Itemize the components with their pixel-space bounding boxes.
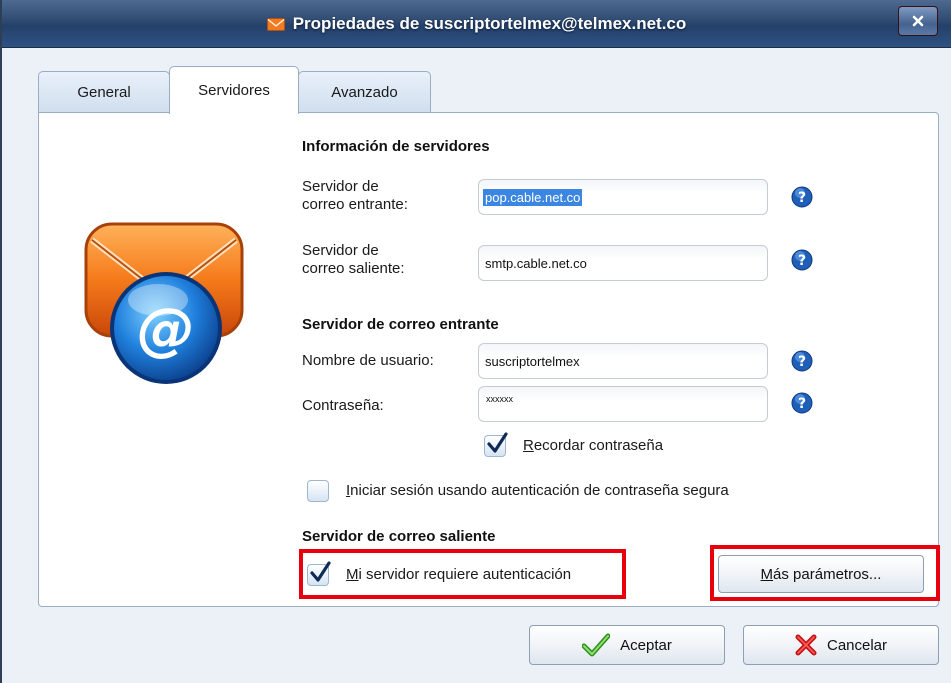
more-settings-label: Más parámetros... bbox=[761, 566, 882, 583]
incoming-server-value: pop.cable.net.co bbox=[483, 188, 583, 206]
email-at-icon: @ bbox=[84, 222, 244, 384]
tab-general[interactable]: General bbox=[38, 71, 170, 113]
secure-password-auth-text: niciar sesión usando autenticación de co… bbox=[350, 482, 729, 499]
svg-text:?: ? bbox=[798, 354, 806, 370]
more-settings-text: ás parámetros... bbox=[773, 565, 882, 583]
accept-button[interactable]: Aceptar bbox=[529, 625, 725, 665]
window-title: Propiedades de suscriptortelmex@telmex.n… bbox=[292, 14, 687, 33]
requires-auth-checkbox[interactable] bbox=[307, 561, 331, 586]
incoming-heading: Servidor de correo entrante bbox=[302, 316, 499, 333]
outgoing-server-label-line2: correo saliente: bbox=[302, 260, 405, 277]
outgoing-server-label-line1: Servidor de bbox=[302, 242, 379, 259]
cancel-label: Cancelar bbox=[826, 636, 888, 654]
outgoing-server-input[interactable]: smtp.cable.net.co bbox=[478, 245, 768, 281]
tab-avanzado[interactable]: Avanzado bbox=[298, 71, 431, 113]
more-settings-button[interactable]: Más parámetros... bbox=[718, 555, 924, 593]
requires-auth-text: i servidor requiere autenticación bbox=[358, 566, 572, 583]
tab-avanzado-label: Avanzado bbox=[331, 84, 398, 101]
outgoing-server-value: smtp.cable.net.co bbox=[485, 255, 587, 271]
tab-servidores[interactable]: Servidores bbox=[169, 66, 299, 114]
help-icon[interactable]: ? bbox=[791, 392, 813, 414]
username-label: Nombre de usuario: bbox=[302, 352, 434, 369]
help-icon[interactable]: ? bbox=[791, 249, 813, 271]
remember-password-checkbox[interactable] bbox=[484, 432, 508, 457]
accept-label: Aceptar bbox=[620, 636, 672, 654]
help-icon[interactable]: ? bbox=[791, 350, 813, 372]
checkmark-icon bbox=[582, 633, 611, 657]
remember-password-text: ecordar contraseña bbox=[533, 437, 664, 454]
properties-dialog: Propiedades de suscriptortelmex@telmex.n… bbox=[0, 0, 951, 683]
secure-password-auth-checkbox[interactable] bbox=[307, 480, 329, 502]
tab-servidores-label: Servidores bbox=[198, 82, 270, 99]
close-button[interactable] bbox=[898, 6, 938, 36]
checkmark-icon bbox=[310, 561, 331, 582]
outgoing-server-label: Servidor de correo saliente: bbox=[302, 242, 405, 278]
username-input[interactable]: suscriptortelmex bbox=[478, 343, 768, 379]
title-bar: Propiedades de suscriptortelmex@telmex.n… bbox=[2, 0, 951, 48]
help-icon[interactable]: ? bbox=[791, 186, 813, 208]
password-label: Contraseña: bbox=[302, 397, 384, 414]
requires-auth-accesskey: M bbox=[346, 566, 359, 583]
incoming-server-label-line2: correo entrante: bbox=[302, 196, 408, 213]
password-input[interactable]: xxxxxx bbox=[478, 386, 768, 422]
svg-text:?: ? bbox=[798, 253, 806, 269]
tab-general-label: General bbox=[77, 84, 131, 101]
remember-password-accesskey: R bbox=[523, 437, 534, 454]
server-info-heading: Información de servidores bbox=[302, 138, 490, 155]
checkmark-icon bbox=[487, 432, 508, 453]
secure-password-auth-label[interactable]: Iniciar sesión usando autenticación de c… bbox=[346, 482, 729, 499]
password-value: xxxxxx bbox=[486, 394, 513, 404]
svg-text:@: @ bbox=[137, 295, 195, 363]
incoming-server-label: Servidor de correo entrante: bbox=[302, 178, 408, 214]
incoming-server-input[interactable]: pop.cable.net.co bbox=[478, 179, 768, 215]
incoming-server-label-line1: Servidor de bbox=[302, 178, 379, 195]
cancel-button[interactable]: Cancelar bbox=[743, 625, 939, 665]
more-settings-accesskey: M bbox=[760, 565, 774, 583]
close-icon bbox=[912, 15, 924, 27]
remember-password-label[interactable]: Recordar contraseña bbox=[523, 437, 663, 454]
x-icon bbox=[795, 634, 817, 656]
svg-text:?: ? bbox=[798, 396, 806, 412]
username-value: suscriptortelmex bbox=[485, 353, 580, 369]
svg-text:?: ? bbox=[798, 190, 806, 206]
outgoing-heading: Servidor de correo saliente bbox=[302, 528, 496, 545]
envelope-icon bbox=[266, 17, 285, 31]
requires-auth-label[interactable]: Mi servidor requiere autenticación bbox=[346, 566, 571, 583]
